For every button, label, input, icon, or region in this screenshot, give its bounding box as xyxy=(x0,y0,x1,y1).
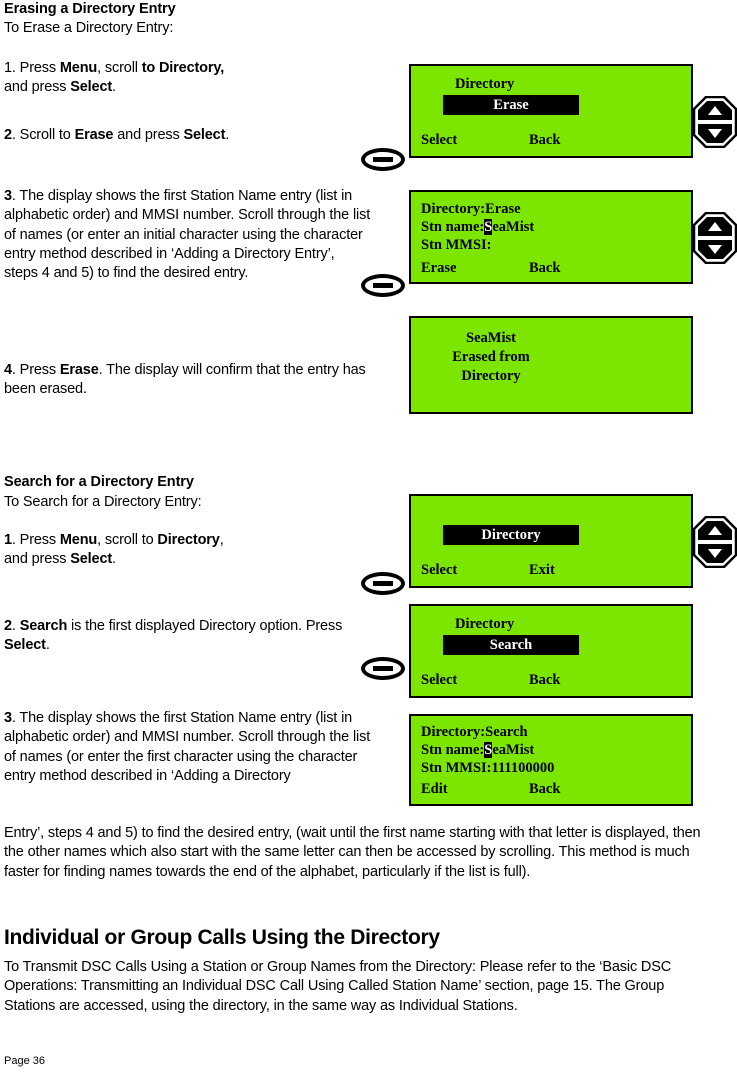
erase-step1-text-c: and press xyxy=(4,79,71,96)
erase-step1-text-a: 1. Press xyxy=(4,60,60,76)
erase-step1-select: Select xyxy=(70,79,113,96)
erase-step-2: 2. Scroll to Erase and press Select. xyxy=(4,126,374,145)
erase-step1-todirectory: to Directory, xyxy=(141,60,225,76)
erase-step3-text: . The display shows the first Station Na… xyxy=(4,188,371,282)
lcd4-softkey-left[interactable]: Select xyxy=(421,562,457,579)
lcd-screen-search-entry: Directory:Search Stn name:SeaMist Stn MM… xyxy=(409,714,693,806)
lcd3-line2: Erased from xyxy=(452,349,530,365)
lcd5-selected-item[interactable]: Search xyxy=(443,635,579,655)
erase-step4-text-a: . Press xyxy=(11,362,60,378)
rocker-svg-2 xyxy=(692,211,737,265)
search-step2-text-c: . xyxy=(45,637,50,654)
erase-step-4: 4. Press Erase. The display will confirm… xyxy=(4,361,372,400)
lcd6-line2: Stn name:SeaMist xyxy=(421,742,534,759)
erase-step2-text-b: and press xyxy=(113,127,184,143)
lcd3-line1: SeaMist xyxy=(466,330,516,346)
lcd5-title: Directory xyxy=(455,616,515,632)
erase-step2-select: Select xyxy=(183,127,226,143)
softkey-button-icon-3[interactable] xyxy=(361,572,405,595)
search-step1-select: Select xyxy=(70,551,113,568)
softkey-bar-2 xyxy=(373,283,393,288)
search-step-2: 2. Search is the first displayed Directo… xyxy=(4,617,374,656)
search-step1-text-e: . xyxy=(112,551,116,568)
calls-section-body: To Transmit DSC Calls Using a Station or… xyxy=(4,959,672,1014)
lcd3-line3: Directory xyxy=(461,368,521,384)
search-step1-text-c: , xyxy=(219,532,224,548)
softkey-bar-1 xyxy=(373,157,393,162)
lcd6-softkey-right[interactable]: Back xyxy=(529,781,560,798)
lcd4-selected-item[interactable]: Directory xyxy=(443,525,579,545)
rocker-svg-1 xyxy=(692,95,737,149)
scroll-updown-rocker-icon-1[interactable] xyxy=(692,95,737,149)
search-step3-text-col: . The display shows the first Station Na… xyxy=(4,710,371,784)
search-step2-text-a: . xyxy=(11,618,20,634)
erase-step3-num: 3 xyxy=(4,188,12,204)
search-step2-search: Search xyxy=(19,618,68,634)
erase-step2-text-c: . xyxy=(225,127,230,143)
erase-step1-text-b: , scroll xyxy=(97,60,142,76)
search-step1-text-d: and press xyxy=(4,551,71,568)
erase-step1-menu: Menu xyxy=(59,60,98,76)
erasing-section-heading: Erasing a Directory Entry xyxy=(4,1,176,17)
lcd5-softkey-right[interactable]: Back xyxy=(529,672,560,689)
search-section-heading: Search for a Directory Entry xyxy=(4,474,194,490)
erasing-section-subheading: To Erase a Directory Entry: xyxy=(4,20,174,36)
softkey-bar-4 xyxy=(373,666,393,671)
search-step2-num: 2 xyxy=(4,618,12,634)
search-step-3-column: 3. The display shows the first Station N… xyxy=(4,709,384,786)
softkey-button-icon-2[interactable] xyxy=(361,274,405,297)
lcd2-stn-name-rest: eaMist xyxy=(492,219,535,235)
softkey-button-icon-4[interactable] xyxy=(361,657,405,680)
lcd2-line2: Stn name:SeaMist xyxy=(421,219,534,236)
lcd1-title: Directory xyxy=(455,76,515,92)
lcd-screen-search-menu-search: Directory Search Select Back xyxy=(409,604,693,698)
lcd6-line3: Stn MMSI:111100000 xyxy=(421,760,555,776)
erase-step2-text-a: . Scroll to xyxy=(11,127,75,143)
lcd2-softkey-left[interactable]: Erase xyxy=(421,260,456,277)
lcd2-line1: Directory:Erase xyxy=(421,201,521,217)
lcd6-softkey-left[interactable]: Edit xyxy=(421,781,448,798)
erase-step4-erase: Erase xyxy=(59,362,99,378)
scroll-updown-rocker-icon-3[interactable] xyxy=(692,515,737,569)
lcd2-stn-name-label: Stn name: xyxy=(421,219,485,235)
lcd6-stn-name-rest: eaMist xyxy=(492,742,535,758)
softkey-bar-3 xyxy=(373,581,393,586)
search-section-subheading: To Search for a Directory Entry: xyxy=(4,494,202,510)
search-step-3-fullwidth: Entry’, steps 4 and 5) to find the desir… xyxy=(4,825,701,880)
search-step2-select: Select xyxy=(4,637,46,654)
lcd6-stn-name-label: Stn name: xyxy=(421,742,485,758)
search-step1-directory: Directory xyxy=(157,532,220,548)
rocker-svg-3 xyxy=(692,515,737,569)
lcd-screen-erase-entry: Directory:Erase Stn name:SeaMist Stn MMS… xyxy=(409,190,693,284)
search-step1-text-b: , scroll to xyxy=(97,532,158,548)
erase-step2-num: 2 xyxy=(4,127,12,143)
lcd5-softkey-left[interactable]: Select xyxy=(421,672,457,689)
lcd6-line1: Directory:Search xyxy=(421,724,528,740)
calls-section-heading: Individual or Group Calls Using the Dire… xyxy=(4,926,440,949)
erase-step1-text-d: . xyxy=(112,79,116,96)
scroll-updown-rocker-icon-2[interactable] xyxy=(692,211,737,265)
lcd1-softkey-right[interactable]: Back xyxy=(529,132,560,149)
lcd1-softkey-left[interactable]: Select xyxy=(421,132,457,149)
page-number-footer: Page 36 xyxy=(4,1055,45,1067)
lcd2-line3: Stn MMSI: xyxy=(421,237,492,253)
search-step2-text-b: is the first displayed Directory option.… xyxy=(67,618,343,634)
lcd2-softkey-right[interactable]: Back xyxy=(529,260,560,277)
erase-step-1: 1. Press Menu, scroll to Directory, and … xyxy=(4,59,364,98)
lcd4-softkey-right[interactable]: Exit xyxy=(529,562,555,579)
lcd-screen-erase-menu: Directory Erase Select Back xyxy=(409,64,693,158)
erase-step-3: 3. The display shows the first Station N… xyxy=(4,187,372,283)
search-step1-text-a: . Press xyxy=(11,532,60,548)
softkey-button-icon-1[interactable] xyxy=(361,148,405,171)
lcd1-selected-item[interactable]: Erase xyxy=(443,95,579,115)
lcd-screen-search-menu-directory: Directory Select Exit xyxy=(409,494,693,588)
lcd-screen-erase-confirm: SeaMist Erased from Directory xyxy=(409,316,693,414)
erase-step2-erase: Erase xyxy=(74,127,114,143)
search-step3-num: 3 xyxy=(4,710,12,726)
search-step-1: 1. Press Menu, scroll to Directory, and … xyxy=(4,531,374,570)
search-step1-menu: Menu xyxy=(59,532,98,548)
erase-step4-num: 4 xyxy=(4,362,12,378)
search-step1-num: 1 xyxy=(4,532,12,548)
